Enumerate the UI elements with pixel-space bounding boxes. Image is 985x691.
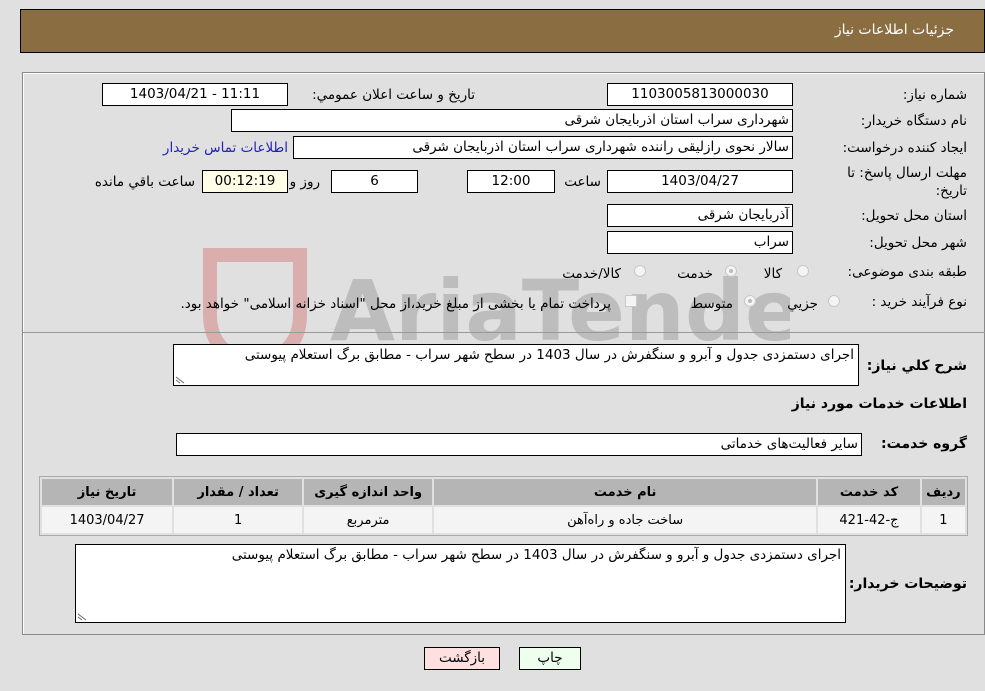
cell-need-date: 1403/04/27 [42, 507, 173, 533]
page-header: جزئیات اطلاعات نیاز [20, 9, 985, 53]
summary-textarea[interactable]: اجرای دستمزدی جدول و آبرو و سنگفرش در سا… [173, 344, 859, 386]
col-need-date: تاریخ نیاز [42, 479, 173, 505]
city-label: شهر محل تحویل: [869, 235, 967, 251]
deadline-label-line2: تاریخ: [935, 183, 967, 199]
province-field: آذربایجان شرقی [607, 204, 793, 227]
col-row: ردیف [921, 479, 965, 505]
category-option-service: خدمت [677, 266, 713, 282]
buyer-notes-textarea[interactable]: اجرای دستمزدی جدول و آبرو و سنگفرش در سا… [75, 544, 846, 623]
buyer-notes-label: توضیحات خریدار: [848, 576, 967, 592]
category-option-goods: کالا [763, 266, 782, 282]
process-option-minor: جزيي [787, 296, 818, 312]
deadline-time-label: ساعت [564, 174, 601, 190]
table-row: 1 ج-42-421 ساخت جاده و راه‌آهن مترمربع 1… [42, 507, 965, 533]
print-button[interactable]: چاپ [519, 647, 581, 670]
announce-label: تاریخ و ساعت اعلان عمومي: [312, 87, 475, 103]
resize-grip-icon[interactable] [77, 613, 87, 621]
category-radio-service[interactable] [725, 265, 737, 277]
services-section-title: اطلاعات خدمات مورد نیاز [791, 396, 967, 412]
services-table-wrapper: ردیف کد خدمت نام خدمت واحد اندازه گیری ت… [39, 476, 968, 536]
province-label: استان محل تحویل: [861, 208, 967, 224]
process-radio-minor[interactable] [828, 295, 840, 307]
treasury-payment-checkbox[interactable] [625, 295, 637, 307]
buyer-contact-link[interactable]: اطلاعات تماس خریدار [163, 140, 288, 156]
col-service-name: نام خدمت [434, 479, 817, 505]
service-group-label: گروه خدمت: [881, 436, 967, 452]
process-type-label: نوع فرآیند خرید : [871, 294, 967, 310]
days-label: روز و [289, 174, 320, 190]
deadline-label-line1: مهلت ارسال پاسخ: تا [847, 165, 967, 181]
creator-label: ایجاد کننده درخواست: [842, 140, 967, 156]
time-remaining-field: 00:12:19 [202, 170, 288, 193]
col-service-code: کد خدمت [818, 479, 920, 505]
buyer-org-field: شهرداری سراب استان اذربایجان شرقی [231, 109, 793, 132]
category-option-goods-service: کالا/خدمت [562, 266, 621, 282]
col-quantity: تعداد / مقدار [174, 479, 303, 505]
service-group-field: سایر فعالیت‌های خدماتی [176, 433, 862, 456]
process-radio-medium[interactable] [744, 295, 756, 307]
category-radio-goods[interactable] [797, 265, 809, 277]
time-remaining-label: ساعت باقي مانده [94, 174, 195, 190]
need-number-field: 1103005813000030 [607, 83, 793, 106]
page-title: جزئیات اطلاعات نیاز [834, 22, 954, 38]
cell-row: 1 [921, 507, 965, 533]
table-header-row: ردیف کد خدمت نام خدمت واحد اندازه گیری ت… [42, 479, 965, 505]
announce-field: 1403/04/21 - 11:11 [102, 83, 288, 106]
services-table: ردیف کد خدمت نام خدمت واحد اندازه گیری ت… [39, 476, 968, 536]
divider [23, 332, 985, 333]
deadline-date-field: 1403/04/27 [607, 170, 793, 193]
buyer-org-label: نام دستگاه خریدار: [860, 113, 967, 129]
category-radio-goods-service[interactable] [634, 265, 646, 277]
city-field: سراب [607, 231, 793, 254]
treasury-payment-note: پرداخت تمام یا بخشی از مبلغ خرید،از محل … [180, 296, 611, 312]
process-option-medium: متوسط [690, 296, 733, 312]
cell-service-code: ج-42-421 [818, 507, 920, 533]
col-unit: واحد اندازه گیری [304, 479, 433, 505]
cell-unit: مترمربع [304, 507, 433, 533]
category-label: طبقه بندی موضوعی: [847, 264, 967, 280]
need-number-label: شماره نیاز: [902, 87, 967, 103]
resize-grip-icon[interactable] [175, 376, 185, 384]
days-remaining-field: 6 [331, 170, 418, 193]
creator-field: سالار نحوی رازلیقی راننده شهرداری سراب ا… [293, 136, 793, 159]
summary-text: اجرای دستمزدی جدول و آبرو و سنگفرش در سا… [244, 347, 854, 363]
buyer-notes-text: اجرای دستمزدی جدول و آبرو و سنگفرش در سا… [231, 547, 841, 563]
cell-quantity: 1 [174, 507, 303, 533]
cell-service-name: ساخت جاده و راه‌آهن [434, 507, 817, 533]
back-button[interactable]: بازگشت [424, 647, 500, 670]
deadline-time-field: 12:00 [467, 170, 555, 193]
summary-label: شرح كلي نياز: [866, 358, 967, 374]
